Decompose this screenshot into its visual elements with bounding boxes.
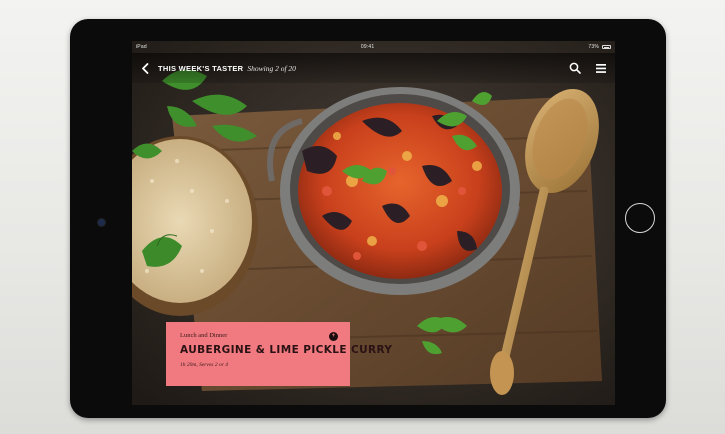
carrier-label: iPad: [136, 44, 147, 50]
recipe-category: Lunch and Dinner: [180, 332, 228, 339]
search-icon: [569, 62, 581, 74]
page-title: THIS WEEK'S TASTER: [158, 63, 244, 73]
info-icon[interactable]: +: [329, 332, 338, 341]
menu-button[interactable]: [593, 60, 609, 76]
recipe-meta: 1h 20m, Serves 2 or 4: [180, 362, 228, 368]
battery-percent: 73%: [588, 44, 599, 50]
status-bar: iPad 09:41 73%: [132, 41, 615, 53]
search-button[interactable]: [567, 60, 583, 76]
nav-actions: [567, 53, 609, 83]
chevron-left-icon: [142, 62, 149, 74]
recipe-card[interactable]: Lunch and Dinner AUBERGINE & LIME PICKLE…: [166, 322, 393, 386]
clock: 09:41: [360, 44, 375, 50]
front-camera: [98, 219, 105, 226]
status-indicators: 73%: [588, 44, 611, 50]
app-screen: iPad 09:41 73% THIS WEEK'S TASTER Showin…: [132, 41, 615, 405]
hamburger-menu-icon: [596, 63, 606, 73]
back-button[interactable]: [132, 53, 158, 83]
recipe-title: AUBERGINE & LIME PICKLE CURRY: [180, 344, 393, 356]
battery-icon: [602, 45, 611, 49]
page-subtitle: Showing 2 of 20: [247, 63, 296, 73]
navigation-bar: THIS WEEK'S TASTER Showing 2 of 20: [132, 53, 615, 83]
home-button[interactable]: [625, 203, 655, 233]
